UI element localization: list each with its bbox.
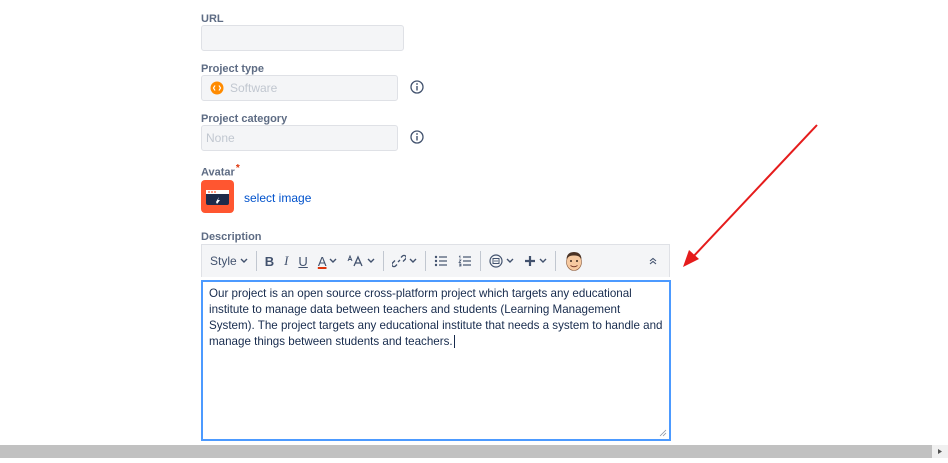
annotation-arrow <box>683 124 818 267</box>
chevron-down-icon <box>367 258 375 263</box>
numbered-list-button[interactable] <box>453 250 477 272</box>
info-icon[interactable] <box>410 130 424 144</box>
chevron-double-up-icon <box>649 257 657 265</box>
avatar[interactable] <box>201 180 234 213</box>
project-type-value: Software <box>230 81 278 95</box>
toolbar-divider <box>255 251 257 271</box>
link-icon <box>392 254 407 268</box>
emoji-face-icon <box>566 252 583 271</box>
toolbar-divider <box>383 251 385 271</box>
chevron-down-icon <box>409 258 417 263</box>
description-editor[interactable]: Our project is an open source cross-plat… <box>201 280 671 441</box>
project-category-field: None <box>201 125 398 151</box>
scroll-right-arrow-icon <box>938 449 942 454</box>
insert-block-button[interactable] <box>484 250 519 272</box>
italic-button[interactable]: I <box>279 250 293 272</box>
description-text: Our project is an open source cross-plat… <box>209 287 663 348</box>
chevron-down-icon <box>506 258 514 263</box>
toolbar-divider <box>425 251 427 271</box>
required-mark: * <box>235 163 240 174</box>
toolbar-divider <box>480 251 482 271</box>
plus-icon <box>525 256 536 266</box>
block-icon <box>489 254 504 268</box>
link-button[interactable] <box>387 250 422 272</box>
insert-more-button[interactable] <box>519 250 552 272</box>
editor-toolbar: Style B I U A <box>201 244 670 277</box>
info-icon[interactable] <box>410 80 424 94</box>
avatar-label: Avatar* <box>201 163 240 179</box>
select-image-link[interactable]: select image <box>244 191 311 205</box>
scroll-right-button[interactable] <box>932 445 948 458</box>
bullet-list-button[interactable] <box>429 250 453 272</box>
software-icon <box>210 81 224 95</box>
project-type-field: Software <box>201 75 398 101</box>
project-category-value: None <box>206 131 235 145</box>
emoji-button[interactable] <box>559 250 589 272</box>
numbered-list-icon <box>458 255 472 267</box>
url-label: URL <box>201 13 224 25</box>
description-label: Description <box>201 231 262 243</box>
horizontal-scrollbar[interactable] <box>0 445 932 458</box>
underline-button[interactable]: U <box>293 250 312 272</box>
chevron-down-icon <box>240 258 248 263</box>
project-type-label: Project type <box>201 63 264 75</box>
avatar-image-icon <box>206 190 229 205</box>
collapse-toolbar-button[interactable] <box>643 250 663 272</box>
text-color-button[interactable]: A <box>313 250 343 272</box>
style-dropdown[interactable]: Style <box>202 250 253 272</box>
resize-handle-icon[interactable] <box>659 429 667 437</box>
bullet-list-icon <box>435 255 448 267</box>
bold-button[interactable]: B <box>260 250 279 272</box>
text-cursor <box>453 335 455 348</box>
url-input[interactable] <box>201 25 404 51</box>
project-category-label: Project category <box>201 113 288 125</box>
chevron-down-icon <box>329 258 337 263</box>
chevron-down-icon <box>539 258 547 263</box>
toolbar-divider <box>555 251 557 271</box>
text-size-icon <box>348 255 364 267</box>
text-size-button[interactable] <box>342 250 380 272</box>
